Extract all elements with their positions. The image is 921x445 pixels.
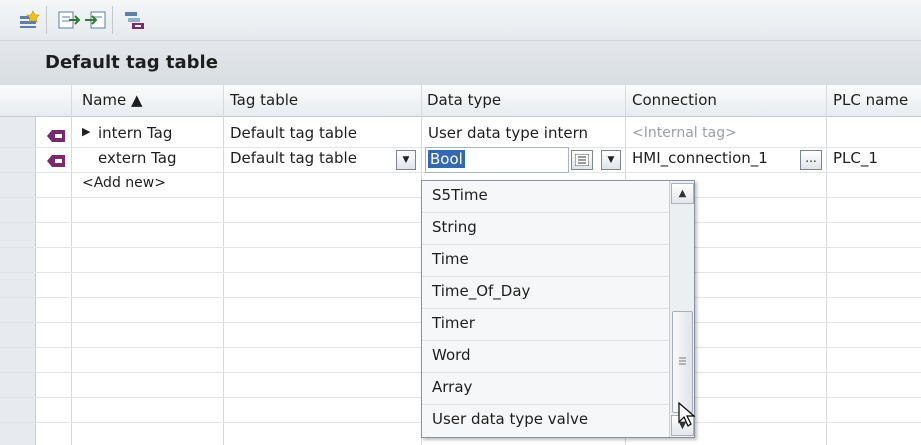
dropdown-item[interactable]: Array xyxy=(432,378,472,396)
export-icon[interactable] xyxy=(58,10,81,30)
dropdown-item[interactable]: String xyxy=(432,218,477,236)
tag-table-dropdown-button[interactable]: ▼ xyxy=(396,150,416,170)
column-header-row: Name ▲ Tag table Data type Connection PL… xyxy=(0,85,921,117)
row-1-connection[interactable]: <Internal tag> xyxy=(632,125,737,141)
dropdown-item[interactable]: Word xyxy=(432,346,471,364)
row-2-tag-table[interactable]: Default tag table xyxy=(230,149,357,167)
data-type-input[interactable]: Bool xyxy=(428,150,465,168)
row-1-tag-table[interactable]: Default tag table xyxy=(230,124,357,142)
scroll-up-button[interactable]: ▲ xyxy=(671,183,694,204)
row-header-column xyxy=(0,85,36,445)
column-header-connection[interactable]: Connection xyxy=(632,91,717,109)
dropdown-item[interactable]: User data type valve xyxy=(432,410,588,428)
data-type-dropdown-button[interactable]: ▼ xyxy=(601,150,621,170)
list-icon[interactable] xyxy=(571,150,593,170)
data-type-dropdown-list: S5Time String Time Time_Of_Day Timer Wor… xyxy=(421,180,695,438)
column-header-tag-table[interactable]: Tag table xyxy=(230,91,298,109)
dropdown-item[interactable]: Time_Of_Day xyxy=(432,282,530,300)
mouse-cursor-icon xyxy=(678,401,696,432)
row-2-plc-name[interactable]: PLC_1 xyxy=(833,149,878,167)
dropdown-scrollbar[interactable]: ▲ ▼ xyxy=(669,181,694,437)
row-1-data-type[interactable]: User data type intern xyxy=(428,124,588,142)
tag-icon xyxy=(47,128,65,142)
add-new-row[interactable]: <Add new> xyxy=(82,175,166,191)
dropdown-item[interactable]: S5Time xyxy=(432,186,488,204)
browse-button[interactable]: ... xyxy=(800,150,822,170)
dropdown-item[interactable]: Timer xyxy=(432,314,475,332)
add-tag-icon[interactable] xyxy=(18,10,40,30)
column-header-data-type[interactable]: Data type xyxy=(427,91,501,109)
table-title: Default tag table xyxy=(45,52,218,73)
column-header-plc-name[interactable]: PLC name xyxy=(833,91,908,109)
tag-table-icon[interactable] xyxy=(124,10,146,30)
data-type-editor[interactable]: Bool xyxy=(425,147,569,173)
import-icon[interactable] xyxy=(84,10,106,30)
row-2-connection[interactable]: HMI_connection_1 xyxy=(632,149,768,167)
table-titlebar: Default tag table xyxy=(0,41,921,86)
column-header-name[interactable]: Name ▲ xyxy=(82,91,143,109)
toolbar xyxy=(0,0,921,41)
expand-arrow-icon[interactable]: ▶ xyxy=(82,125,90,138)
row-2-name[interactable]: extern Tag xyxy=(98,149,177,167)
tag-icon xyxy=(47,153,65,167)
scroll-thumb[interactable] xyxy=(672,311,693,413)
dropdown-item[interactable]: Time xyxy=(432,250,469,268)
row-1-name[interactable]: intern Tag xyxy=(98,124,172,142)
